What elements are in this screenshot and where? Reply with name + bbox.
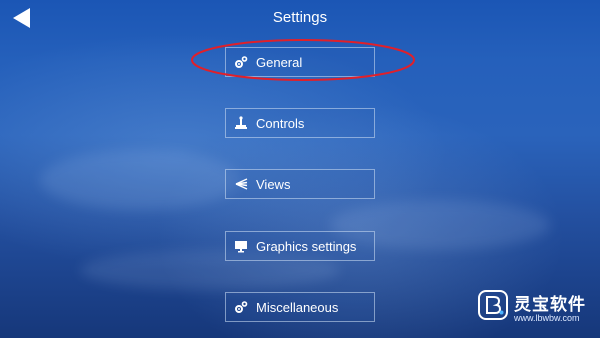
gears-icon — [234, 300, 248, 314]
brand-logo-icon — [478, 290, 508, 320]
menu-button-miscellaneous[interactable]: Miscellaneous — [225, 292, 375, 322]
joystick-icon — [234, 116, 248, 130]
monitor-icon — [234, 239, 248, 253]
watermark-url: www.lbwbw.com — [514, 313, 580, 323]
gears-icon — [234, 55, 248, 69]
watermark-brand: 灵宝软件 — [514, 295, 586, 314]
top-bar: Settings — [0, 0, 600, 36]
menu-button-general[interactable]: General — [225, 47, 375, 77]
page-title: Settings — [272, 9, 328, 26]
menu-button-label: Controls — [256, 115, 305, 131]
menu-button-graphics-settings[interactable]: Graphics settings — [225, 231, 375, 261]
menu-button-label: Views — [256, 176, 291, 192]
menu-button-views[interactable]: Views — [225, 169, 375, 199]
views-fan-icon — [234, 177, 248, 191]
cloud-decoration — [40, 150, 240, 210]
menu-button-label: General — [256, 54, 303, 70]
menu-button-controls[interactable]: Controls — [225, 108, 375, 138]
menu-button-label: Graphics settings — [256, 238, 357, 254]
watermark: 灵宝软件 www.lbwbw.com — [478, 288, 598, 332]
menu-button-label: Miscellaneous — [256, 299, 339, 315]
